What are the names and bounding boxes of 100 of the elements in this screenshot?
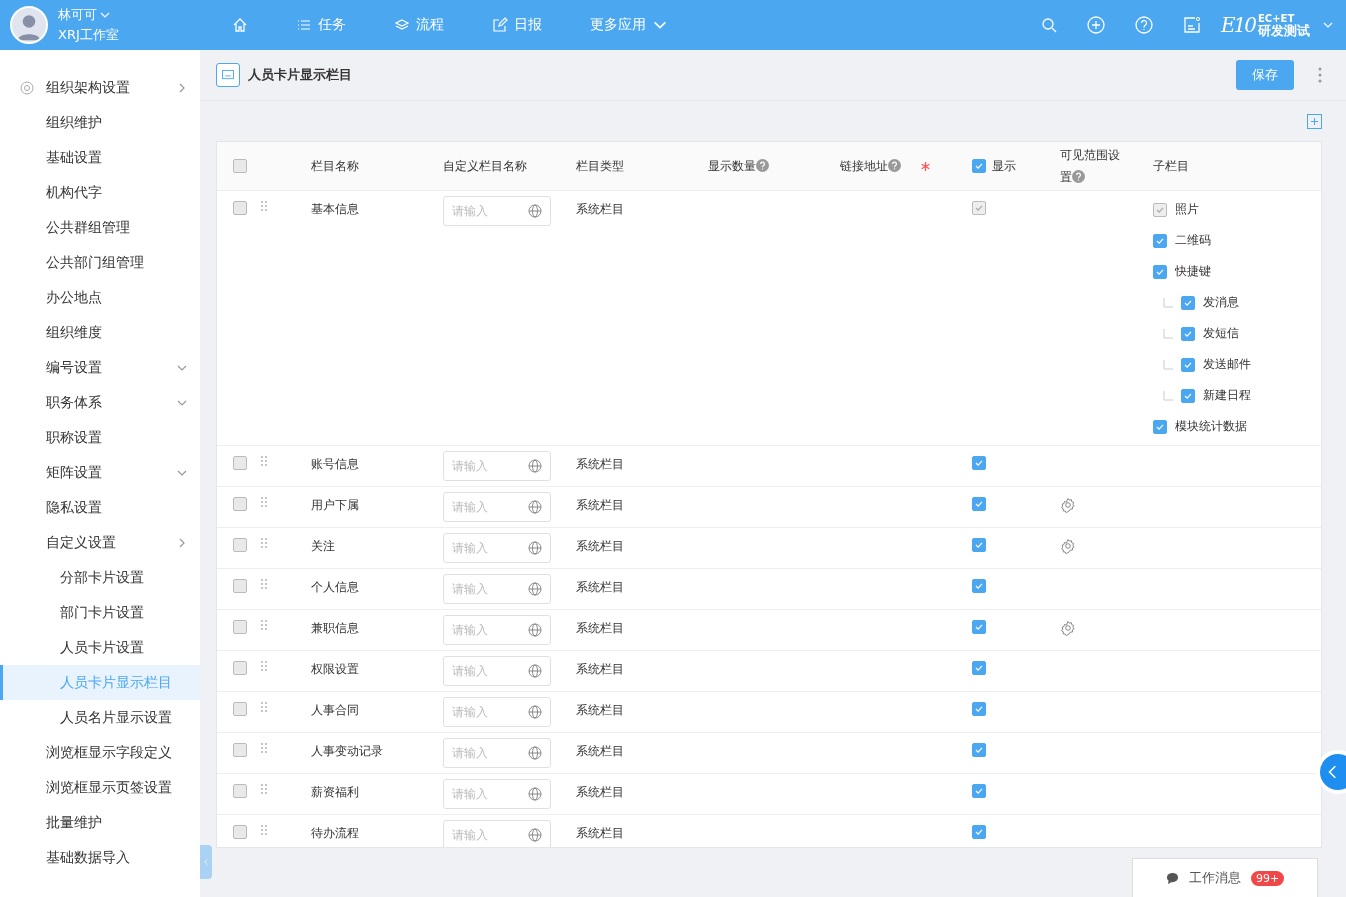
show-checkbox[interactable] [972,538,986,552]
input-field[interactable]: 请输入 [443,492,551,522]
row-checkbox[interactable] [233,702,247,716]
sidebar-item[interactable]: 浏览框显示字段定义 [0,735,200,770]
checkbox[interactable] [1153,264,1167,279]
sidebar-item[interactable]: 分部卡片设置 [0,560,200,595]
drag-handle-icon[interactable] [261,579,267,589]
avatar[interactable] [10,6,48,44]
sidebar-item[interactable]: 组织架构设置 [0,70,200,105]
globe-icon[interactable] [528,204,542,218]
sidebar-item[interactable]: 组织维护 [0,105,200,140]
sidebar-item[interactable]: 浏览框显示页签设置 [0,770,200,805]
add-icon[interactable] [1307,113,1322,129]
globe-icon[interactable] [528,500,542,514]
input-field[interactable]: 请输入 [443,533,551,563]
show-checkbox[interactable] [972,620,986,634]
sidebar-item[interactable]: 公共部门组管理 [0,245,200,280]
sidebar-item[interactable]: 批量维护 [0,805,200,840]
globe-icon[interactable] [528,664,542,678]
globe-icon[interactable] [528,705,542,719]
input-field[interactable]: 请输入 [443,779,551,809]
checkbox[interactable] [1153,419,1167,434]
globe-icon[interactable] [528,746,542,760]
drag-handle-icon[interactable] [261,497,267,507]
checkbox[interactable] [1181,295,1195,310]
settings-icon[interactable] [1060,620,1076,636]
checkbox[interactable] [1181,326,1195,341]
drag-handle-icon[interactable] [261,538,267,548]
messages-bar[interactable]: 工作消息 99+ [1132,858,1318,897]
globe-icon[interactable] [528,459,542,473]
help-icon[interactable] [756,159,769,172]
row-checkbox[interactable] [233,784,247,798]
show-all-checkbox[interactable] [972,159,986,173]
checkbox[interactable] [1181,388,1195,403]
row-checkbox[interactable] [233,497,247,511]
input-field[interactable]: 请输入 [443,656,551,686]
input-field[interactable]: 请输入 [443,615,551,645]
drag-handle-icon[interactable] [261,620,267,630]
settings-icon[interactable] [1060,497,1076,513]
show-checkbox[interactable] [972,661,986,675]
row-checkbox[interactable] [233,456,247,470]
drag-handle-icon[interactable] [261,201,267,211]
input-field[interactable]: 请输入 [443,697,551,727]
sidebar-item[interactable]: 职称设置 [0,420,200,455]
home-icon[interactable] [232,17,248,33]
sidebar-item[interactable]: 人员卡片设置 [0,630,200,665]
drag-handle-icon[interactable] [261,784,267,794]
sidebar-item[interactable]: 编号设置 [0,350,200,385]
sidebar-item[interactable]: 办公地点 [0,280,200,315]
row-checkbox[interactable] [233,579,247,593]
drag-handle-icon[interactable] [261,661,267,671]
row-checkbox[interactable] [233,825,247,839]
show-checkbox[interactable] [972,784,986,798]
row-checkbox[interactable] [233,620,247,634]
row-checkbox[interactable] [233,743,247,757]
show-checkbox[interactable] [972,825,986,839]
show-checkbox[interactable] [972,743,986,757]
input-field[interactable]: 请输入 [443,820,551,847]
drag-handle-icon[interactable] [261,825,267,835]
drag-handle-icon[interactable] [261,456,267,466]
row-checkbox[interactable] [233,661,247,675]
globe-icon[interactable] [528,828,542,842]
globe-icon[interactable] [528,541,542,555]
select-all-checkbox[interactable] [233,159,247,173]
notice-icon[interactable] [1182,16,1201,34]
help-icon[interactable] [1134,16,1153,34]
checkbox[interactable] [1153,233,1167,248]
show-checkbox[interactable] [972,497,986,511]
input-field[interactable]: 请输入 [443,196,551,226]
drag-handle-icon[interactable] [261,743,267,753]
help-icon[interactable] [888,159,901,172]
row-checkbox[interactable] [233,538,247,552]
sidebar-item[interactable]: 自定义设置 [0,525,200,560]
sidebar-item[interactable]: 机构代字 [0,175,200,210]
checkbox[interactable] [1181,357,1195,372]
sidebar-item[interactable]: 职务体系 [0,385,200,420]
sidebar-item[interactable]: 基础设置 [0,140,200,175]
input-field[interactable]: 请输入 [443,574,551,604]
sidebar-item[interactable]: 隐私设置 [0,490,200,525]
sidebar-item[interactable]: 矩阵设置 [0,455,200,490]
sidebar-item[interactable]: 组织维度 [0,315,200,350]
sidebar-item[interactable]: 人员名片显示设置 [0,700,200,735]
help-icon[interactable] [1072,170,1085,183]
globe-icon[interactable] [528,623,542,637]
sidebar-item[interactable]: 公共群组管理 [0,210,200,245]
row-checkbox[interactable] [233,201,247,215]
input-field[interactable]: 请输入 [443,738,551,768]
show-checkbox[interactable] [972,456,986,470]
more-icon[interactable] [1318,67,1322,83]
globe-icon[interactable] [528,582,542,596]
show-checkbox[interactable] [972,579,986,593]
search-icon[interactable] [1040,17,1057,33]
sidebar-item[interactable]: 基础数据导入 [0,840,200,875]
collapse-handle[interactable] [200,845,212,879]
drag-handle-icon[interactable] [261,702,267,712]
settings-icon[interactable] [1060,538,1076,554]
show-checkbox[interactable] [972,702,986,716]
input-field[interactable]: 请输入 [443,451,551,481]
globe-icon[interactable] [528,787,542,801]
sidebar-item[interactable]: 部门卡片设置 [0,595,200,630]
